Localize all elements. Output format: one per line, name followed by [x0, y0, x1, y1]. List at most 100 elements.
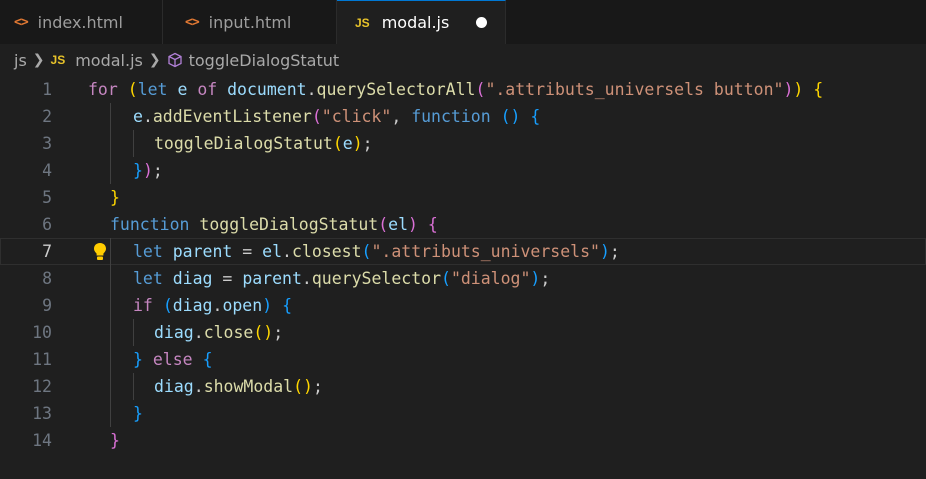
indent-guide — [110, 157, 111, 184]
tab-index-html[interactable]: <> index.html — [0, 0, 163, 44]
code-token: . — [301, 269, 312, 288]
code-line[interactable]: 11 } else { — [0, 346, 926, 373]
code-text[interactable]: if (diag.open) { — [133, 292, 292, 319]
indent-guide — [110, 238, 111, 265]
code-text[interactable]: e.addEventListener("click", function () … — [133, 103, 540, 130]
line-number[interactable]: 5 — [0, 184, 52, 211]
line-number[interactable]: 12 — [0, 373, 52, 400]
line-number[interactable]: 4 — [0, 157, 52, 184]
code-line[interactable]: 1 for (let e of document.querySelectorAll… — [0, 76, 926, 103]
code-token: ( — [311, 107, 322, 126]
line-number[interactable]: 6 — [0, 211, 52, 238]
code-text[interactable]: let parent = el.closest(".attributs_univ… — [133, 238, 620, 265]
code-line[interactable]: 2 e.addEventListener("click", function ()… — [0, 103, 926, 130]
code-editor[interactable]: 1 for (let e of document.querySelectorAll… — [0, 76, 926, 479]
code-token: ) — [142, 161, 153, 180]
code-line[interactable]: 8 let diag = parent.querySelector("dialog… — [0, 265, 926, 292]
code-text[interactable]: for (let e of document.querySelectorAll(… — [88, 76, 823, 103]
code-editor-window: <> index.html <> input.html JS modal.js … — [0, 0, 926, 479]
line-number[interactable]: 3 — [0, 130, 52, 157]
code-token: "click" — [321, 107, 392, 126]
code-text[interactable]: diag.showModal(); — [154, 373, 323, 400]
js-file-icon: JS — [355, 15, 370, 30]
code-text[interactable]: diag.close(); — [154, 319, 283, 346]
code-token: document — [227, 80, 307, 99]
code-line[interactable]: 7 let parent = el.closest(".attributs_uni… — [0, 238, 926, 265]
code-token: el — [262, 242, 283, 261]
code-line[interactable]: 9 if (diag.open) { — [0, 292, 926, 319]
code-line[interactable]: 5} — [0, 184, 926, 211]
code-token: e — [133, 107, 143, 126]
line-number[interactable]: 14 — [0, 427, 52, 454]
line-number[interactable]: 1 — [0, 76, 52, 103]
code-token: () — [500, 107, 521, 126]
code-token: . — [212, 296, 223, 315]
code-line[interactable]: 4}); — [0, 157, 926, 184]
code-token: . — [142, 107, 153, 126]
code-token: function — [110, 215, 190, 234]
code-token: { — [282, 296, 292, 315]
code-token: ( — [441, 269, 451, 288]
code-token: { — [813, 80, 824, 99]
code-token: } — [110, 188, 120, 207]
line-number[interactable]: 13 — [0, 400, 52, 427]
code-token: ( — [361, 242, 372, 261]
code-token: of — [197, 80, 218, 99]
code-token: ) — [408, 215, 418, 234]
line-number[interactable]: 2 — [0, 103, 52, 130]
breadcrumb-symbol[interactable]: toggleDialogStatut — [189, 51, 340, 70]
code-line[interactable]: 13} — [0, 400, 926, 427]
code-line[interactable]: 3 toggleDialogStatut(e); — [0, 130, 926, 157]
unsaved-changes-dot-icon[interactable] — [476, 17, 487, 28]
code-text[interactable]: } — [110, 427, 120, 454]
code-line[interactable]: 6 function toggleDialogStatut(el) { — [0, 211, 926, 238]
code-text[interactable]: toggleDialogStatut(e); — [154, 130, 373, 157]
code-text[interactable]: function toggleDialogStatut(el) { — [110, 211, 438, 238]
code-token: ; — [362, 134, 373, 153]
tab-label: input.html — [208, 12, 292, 32]
tab-input-html[interactable]: <> input.html — [163, 0, 337, 44]
code-text[interactable]: } — [110, 184, 120, 211]
indent-guide — [110, 400, 111, 427]
js-file-icon: JS — [50, 53, 66, 67]
code-token: () — [253, 323, 274, 342]
breadcrumb-file[interactable]: modal.js — [75, 51, 143, 70]
code-token: } — [133, 161, 143, 180]
line-number[interactable]: 10 — [0, 319, 52, 346]
breadcrumb-folder[interactable]: js — [14, 51, 27, 70]
code-token: ".attributs_universels button" — [485, 80, 784, 99]
code-token: parent — [172, 242, 233, 261]
code-token: closest — [291, 242, 362, 261]
lightbulb-icon[interactable] — [93, 242, 107, 261]
code-token: ) — [262, 296, 273, 315]
line-number[interactable]: 11 — [0, 346, 52, 373]
line-number[interactable]: 8 — [0, 265, 52, 292]
code-token: querySelectorAll — [316, 80, 476, 99]
code-line[interactable]: 10 diag.close(); — [0, 319, 926, 346]
code-token: parent — [242, 269, 302, 288]
code-token: ".attributs_universels" — [371, 242, 600, 261]
code-token: el — [388, 215, 409, 234]
line-number[interactable]: 9 — [0, 292, 52, 319]
code-text[interactable]: } — [133, 400, 143, 427]
code-token: ) — [530, 269, 541, 288]
code-token: ( — [475, 80, 486, 99]
code-token: { — [202, 350, 213, 369]
code-token: } — [133, 350, 143, 369]
indent-guide — [110, 292, 111, 319]
code-text[interactable]: } else { — [133, 346, 213, 373]
code-line[interactable]: 14} — [0, 427, 926, 454]
code-token: ) — [783, 80, 794, 99]
code-line[interactable]: 12 diag.showModal(); — [0, 373, 926, 400]
line-number[interactable]: 7 — [0, 238, 52, 265]
code-text[interactable]: let diag = parent.querySelector("dialog"… — [133, 265, 550, 292]
tab-modal-js[interactable]: JS modal.js — [337, 0, 506, 44]
code-text[interactable]: }); — [133, 157, 163, 184]
